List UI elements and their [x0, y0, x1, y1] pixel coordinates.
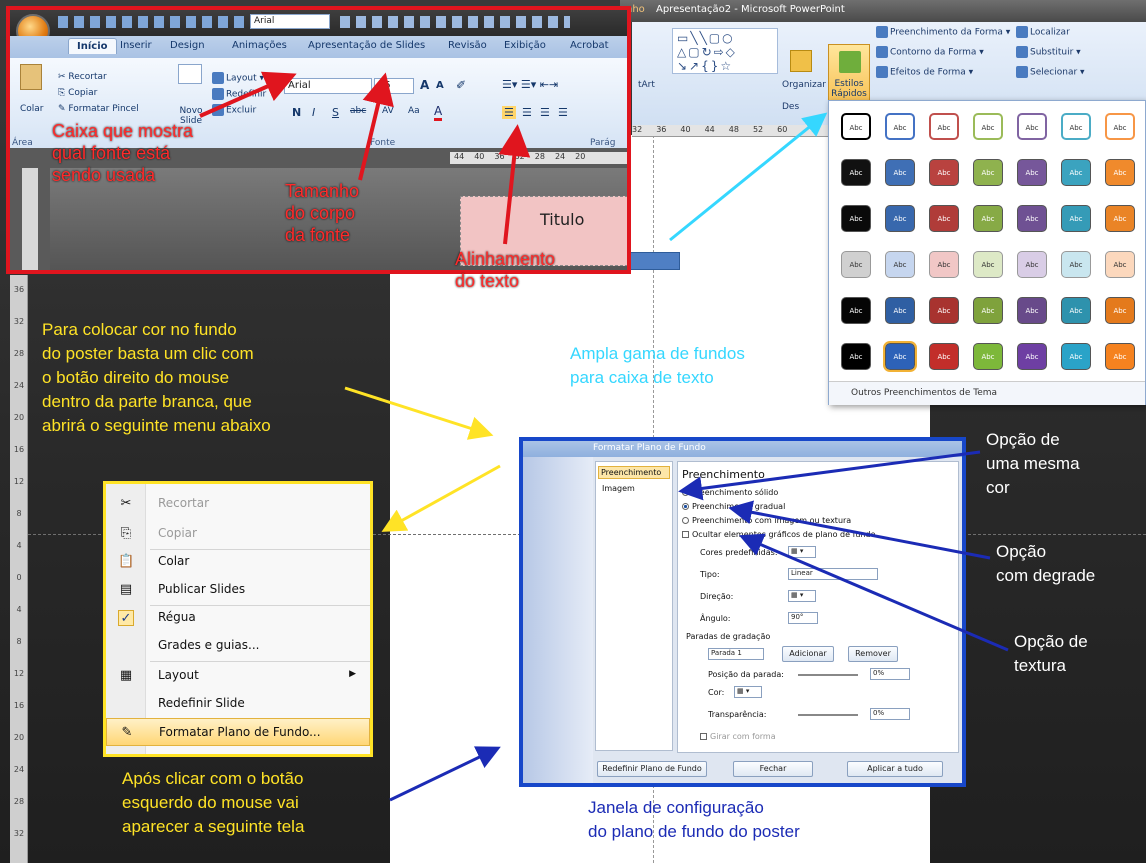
arrow-after-click: [389, 746, 501, 802]
arrow-font-size: [358, 72, 394, 181]
arrow-font-box: [199, 71, 297, 118]
arrow-to-menu: [381, 464, 501, 532]
arrow-fill-hint: [344, 386, 494, 440]
arrow-gallery: [669, 112, 828, 242]
arrow-solid: [678, 450, 981, 501]
arrow-texture: [738, 533, 1009, 652]
annotation-arrows: [199, 71, 1009, 802]
arrow-alignment: [498, 124, 531, 245]
